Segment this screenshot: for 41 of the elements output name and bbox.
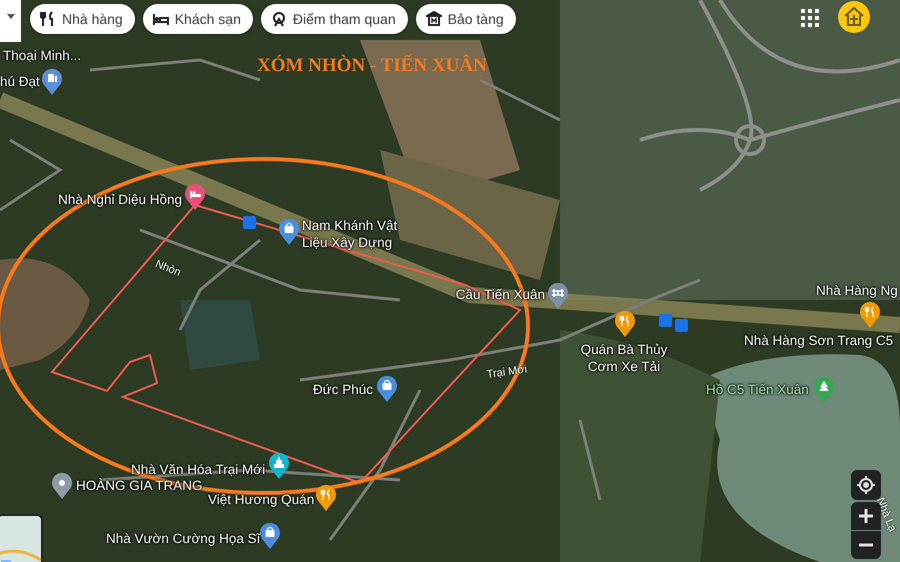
dropdown-toggle[interactable] (0, 0, 21, 42)
place-label[interactable]: Nhà Vườn Cường Họa Sĩ (106, 530, 260, 547)
road-label: Nhà Lạ (874, 496, 898, 534)
park-pin-icon[interactable] (813, 376, 835, 404)
place-label[interactable]: Quán Bà Thủy Cơm Xe Tải (572, 341, 676, 375)
food-pin-icon[interactable] (315, 484, 337, 512)
category-chip[interactable]: Bảo tàng (416, 4, 516, 34)
place-label[interactable]: Nhà Hàng Sơn Trang C5 (744, 332, 894, 349)
minus-icon (859, 543, 873, 547)
road-label: Nhòn (154, 258, 182, 279)
place-label[interactable]: Việt Hương Quán (208, 491, 314, 508)
caret-icon (6, 14, 14, 19)
category-chip[interactable]: Khách sạn (142, 4, 253, 34)
shop-pin-icon[interactable] (259, 522, 281, 550)
shop-pin-icon[interactable] (278, 218, 300, 246)
place-label[interactable]: Thoại Minh... (3, 47, 82, 64)
fork-knife-icon (40, 11, 56, 27)
zoom-out-button[interactable] (851, 531, 881, 559)
place-label[interactable]: Nhà Văn Hóa Trại Mới (131, 461, 266, 478)
gas-pin-icon[interactable] (41, 68, 63, 96)
lodging-pin-icon[interactable] (184, 183, 206, 211)
place-label[interactable]: Đức Phúc (312, 381, 373, 398)
crosshair-icon (857, 476, 875, 494)
food-pin-icon[interactable] (859, 301, 881, 329)
apps-grid-icon[interactable] (801, 9, 819, 27)
category-chip[interactable]: Điểm tham quan (260, 4, 408, 34)
bed-icon (152, 11, 169, 27)
road-label: Trại Mới (486, 363, 528, 381)
ferris-wheel-icon (270, 11, 287, 27)
place-label[interactable]: Nhà Hàng Ng (816, 282, 898, 299)
bridge-pin-icon[interactable] (547, 282, 569, 310)
place-label[interactable]: hú Đạt (0, 73, 40, 90)
shop-pin-icon[interactable] (376, 375, 398, 403)
category-chip[interactable]: Nhà hàng (30, 4, 135, 34)
map-overlay-title: XÓM NHÒN - TIẾN XUÂN (257, 55, 487, 77)
place-pin-icon[interactable] (51, 472, 73, 500)
civic-pin-icon[interactable] (268, 452, 290, 480)
map-thumbnail[interactable] (0, 514, 43, 562)
plus-icon (859, 509, 873, 523)
museum-icon (426, 11, 442, 27)
food-pin-icon[interactable] (614, 310, 636, 338)
